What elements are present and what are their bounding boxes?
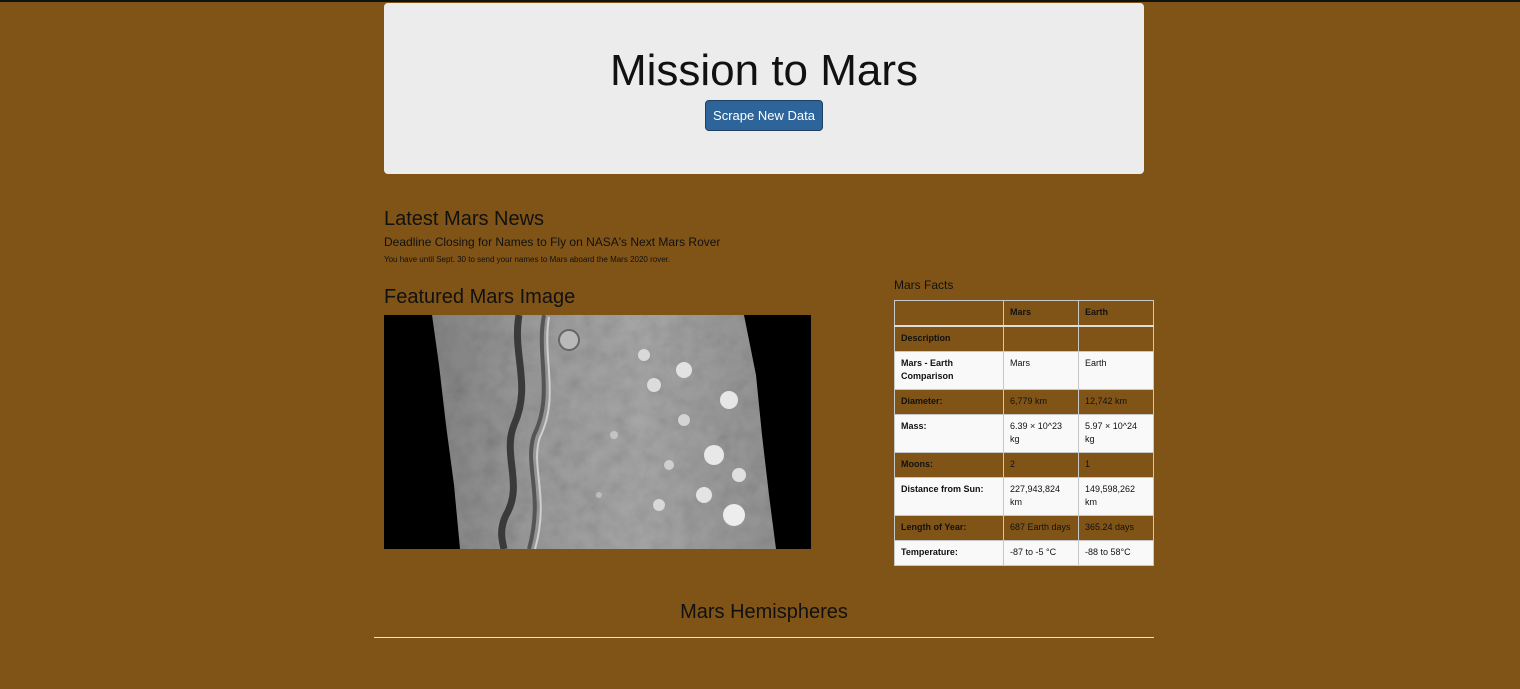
table-cell-earth: -88 to 58°C [1078,540,1154,566]
featured-mars-image [384,315,811,549]
table-cell-earth [1078,325,1154,352]
table-row: Description [894,325,1154,352]
page-title: Mission to Mars [609,46,919,95]
table-row-label: Distance from Sun: [894,477,1004,516]
table-row-label: Mars - Earth Comparison [894,351,1004,390]
table-row-label: Moons: [894,452,1004,478]
table-row: Distance from Sun: 227,943,824 km 149,59… [894,477,1154,516]
table-cell-mars: 6.39 × 10^23 kg [1003,414,1079,453]
table-cell-mars: 227,943,824 km [1003,477,1079,516]
table-cell-mars: 6,779 km [1003,389,1079,415]
table-cell-mars: 2 [1003,452,1079,478]
table-cell-earth: 365.24 days [1078,515,1154,541]
featured-image-heading: Featured Mars Image [384,286,576,308]
news-teaser: You have until Sept. 30 to send your nam… [384,255,671,264]
table-cell-earth: 149,598,262 km [1078,477,1154,516]
table-cell-earth: 1 [1078,452,1154,478]
table-row: Length of Year: 687 Earth days 365.24 da… [894,515,1154,541]
table-row: Mass: 6.39 × 10^23 kg 5.97 × 10^24 kg [894,414,1154,453]
table-row-label: Temperature: [894,540,1004,566]
section-divider [374,637,1154,638]
latest-news-heading: Latest Mars News [384,208,545,230]
table-row-label: Diameter: [894,389,1004,415]
mars-facts-heading: Mars Facts [894,278,954,292]
scrape-new-data-button[interactable]: Scrape New Data [705,100,823,131]
table-header-row: Mars Earth [894,300,1154,327]
table-cell-mars: 687 Earth days [1003,515,1079,541]
table-row: Moons: 2 1 [894,452,1154,478]
table-header-cell: Mars [1003,300,1079,327]
table-row: Diameter: 6,779 km 12,742 km [894,389,1154,415]
table-cell-mars: -87 to -5 °C [1003,540,1079,566]
table-row-label: Length of Year: [894,515,1004,541]
table-cell-earth: 5.97 × 10^24 kg [1078,414,1154,453]
table-cell-earth: Earth [1078,351,1154,390]
table-row: Temperature: -87 to -5 °C -88 to 58°C [894,540,1154,566]
table-cell-mars: Mars [1003,351,1079,390]
table-header-cell: Earth [1078,300,1154,327]
table-row: Mars - Earth Comparison Mars Earth [894,351,1154,390]
news-title: Deadline Closing for Names to Fly on NAS… [384,235,721,249]
table-cell-mars [1003,325,1079,352]
jumbotron: Mission to Mars Scrape New Data [384,3,1144,174]
mars-hemispheres-heading: Mars Hemispheres [680,601,848,623]
table-row-label: Description [894,325,1004,352]
table-header-cell [894,300,1004,327]
table-cell-earth: 12,742 km [1078,389,1154,415]
mars-facts-table: Mars Earth Description Mars - Earth Comp… [894,300,1154,566]
table-row-label: Mass: [894,414,1004,453]
